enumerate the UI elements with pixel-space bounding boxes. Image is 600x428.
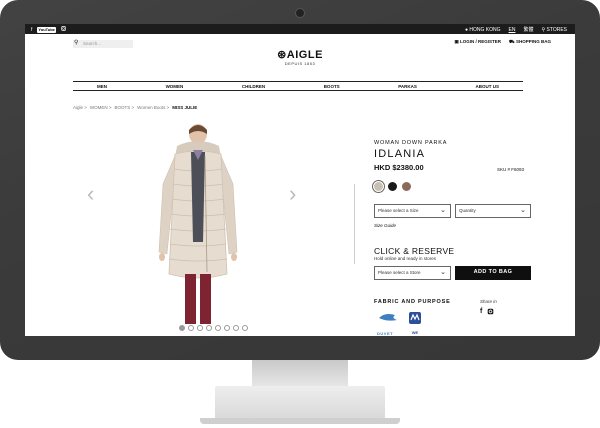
store-select[interactable]: Please select a Store ⌄ bbox=[374, 266, 451, 280]
chevron-down-icon: ⌄ bbox=[440, 269, 446, 276]
gallery-dot[interactable] bbox=[188, 325, 194, 331]
duvet-badge-label: DUVET bbox=[377, 331, 394, 336]
click-reserve-heading: CLICK & RESERVE bbox=[374, 246, 455, 256]
nav-parkas[interactable]: PARKAS bbox=[398, 84, 417, 90]
cart-icon: ⛟ bbox=[509, 39, 515, 44]
color-swatch[interactable] bbox=[374, 182, 383, 191]
gallery-next-arrow[interactable]: › bbox=[289, 181, 296, 207]
gallery-dot[interactable] bbox=[242, 325, 248, 331]
stores-label: STORES bbox=[546, 26, 567, 33]
nav-boots[interactable]: BOOTS bbox=[324, 84, 340, 90]
breadcrumb: Aigle > WOMEN > BOOTS > Women Boots > MI… bbox=[73, 105, 197, 110]
store-select-label: Please select a Store bbox=[378, 270, 421, 275]
product-name: IDLANIA bbox=[374, 148, 426, 160]
instagram-icon[interactable] bbox=[61, 26, 66, 33]
monitor-stand-base bbox=[215, 386, 385, 420]
chevron-down-icon: ⌄ bbox=[440, 207, 446, 214]
lang-zh[interactable]: 繁體 bbox=[523, 26, 533, 33]
click-reserve-subtext: Hold online and ready in stores bbox=[374, 256, 437, 261]
search-placeholder: Search... bbox=[83, 41, 102, 46]
share-icons: f bbox=[480, 308, 494, 317]
bag-label: SHOPPING BAG bbox=[515, 39, 551, 44]
share-label: Share in bbox=[480, 299, 497, 304]
we-badge: WE bbox=[408, 311, 422, 335]
gallery-dot[interactable] bbox=[233, 325, 239, 331]
quantity-select-label: Quantity bbox=[459, 208, 476, 213]
region-selector[interactable]: ● HONG KONG bbox=[465, 27, 501, 33]
nav-women[interactable]: WOMEN bbox=[166, 84, 184, 90]
we-badge-label: WE bbox=[411, 330, 419, 335]
map-pin-icon: ⚲ bbox=[541, 26, 546, 33]
logo-subtitle: DEPUIS 1853 bbox=[284, 61, 316, 66]
gallery-dot[interactable] bbox=[179, 325, 185, 331]
logo-text: AIGLE bbox=[286, 49, 323, 61]
nav-about[interactable]: ABOUT US bbox=[476, 84, 500, 90]
brand-logo[interactable]: ⊛AIGLE DEPUIS 1853 bbox=[270, 48, 330, 66]
breadcrumb-item[interactable]: WOMEN > bbox=[90, 105, 112, 110]
logo-mark: ⊛AIGLE bbox=[270, 48, 330, 61]
breadcrumb-item[interactable]: Aigle > bbox=[73, 105, 87, 110]
instagram-share-icon[interactable] bbox=[487, 308, 494, 317]
shopping-bag-link[interactable]: ⛟ SHOPPING BAG bbox=[509, 39, 551, 46]
gallery-dot[interactable] bbox=[206, 325, 212, 331]
quantity-select[interactable]: Quantity ⌄ bbox=[455, 204, 531, 218]
size-select-label: Please select a Size bbox=[378, 208, 419, 213]
monitor-stand-foot bbox=[200, 418, 400, 424]
screen: f YouTube ● HONG KONG EN 繁體 ⚲ STORES Sea… bbox=[25, 24, 575, 336]
logo-symbol-icon: ⊛ bbox=[277, 49, 287, 61]
main-nav: MEN WOMEN CHILDREN BOOTS PARKAS ABOUT US bbox=[73, 81, 523, 91]
product-image bbox=[158, 124, 238, 324]
fabric-heading: FABRIC AND PURPOSE bbox=[374, 299, 451, 305]
gallery-prev-arrow[interactable]: ‹ bbox=[87, 181, 94, 207]
duvet-badge: DUVET bbox=[377, 312, 399, 336]
size-guide-link[interactable]: Size Guide bbox=[374, 223, 396, 228]
color-swatch[interactable] bbox=[388, 182, 397, 191]
top-bar: f YouTube ● HONG KONG EN 繁體 ⚲ STORES bbox=[25, 24, 575, 34]
gallery-dots bbox=[179, 325, 248, 331]
user-icon: ▣ bbox=[454, 39, 459, 44]
facebook-icon[interactable]: f bbox=[31, 27, 32, 33]
login-link[interactable]: ▣ LOGIN / REGISTER bbox=[455, 39, 502, 46]
product-subtitle: WOMAN DOWN PARKA bbox=[374, 140, 448, 146]
nav-men[interactable]: MEN bbox=[97, 84, 107, 90]
globe-icon: ● bbox=[464, 26, 468, 33]
chevron-down-icon: ⌄ bbox=[520, 207, 526, 214]
breadcrumb-item[interactable]: Women Boots > bbox=[137, 105, 169, 110]
add-to-bag-button[interactable]: ADD TO BAG bbox=[455, 266, 531, 280]
monitor-frame: f YouTube ● HONG KONG EN 繁體 ⚲ STORES Sea… bbox=[0, 0, 600, 360]
top-bar-right: ● HONG KONG EN 繁體 ⚲ STORES bbox=[465, 26, 567, 34]
account-links: ▣ LOGIN / REGISTER ⛟ SHOPPING BAG bbox=[455, 39, 552, 46]
color-swatches bbox=[374, 182, 411, 191]
gallery-dot[interactable] bbox=[224, 325, 230, 331]
breadcrumb-item[interactable]: BOOTS > bbox=[115, 105, 135, 110]
gallery-dot[interactable] bbox=[215, 325, 221, 331]
monitor-stand-neck bbox=[252, 360, 348, 386]
product-price: HKD $2380.00 bbox=[374, 163, 424, 172]
product-sku: SKU # F6093 bbox=[497, 167, 525, 172]
youtube-icon[interactable]: YouTube bbox=[37, 26, 56, 33]
search-icon[interactable]: ⚲ bbox=[74, 39, 78, 46]
stores-link[interactable]: ⚲ STORES bbox=[541, 27, 567, 33]
size-select[interactable]: Please select a Size ⌄ bbox=[374, 204, 451, 218]
panel-divider bbox=[354, 184, 355, 264]
gallery-dot[interactable] bbox=[197, 325, 203, 331]
facebook-share-icon[interactable]: f bbox=[480, 308, 482, 317]
lang-en[interactable]: EN bbox=[509, 27, 516, 33]
search-input[interactable]: Search... bbox=[73, 40, 133, 48]
region-label: HONG KONG bbox=[469, 26, 501, 33]
login-label: LOGIN / REGISTER bbox=[460, 39, 502, 44]
breadcrumb-current: MISS JULIE bbox=[172, 105, 198, 110]
color-swatch[interactable] bbox=[402, 182, 411, 191]
social-links: f YouTube bbox=[31, 26, 66, 33]
webcam bbox=[295, 8, 305, 18]
nav-children[interactable]: CHILDREN bbox=[242, 84, 265, 90]
